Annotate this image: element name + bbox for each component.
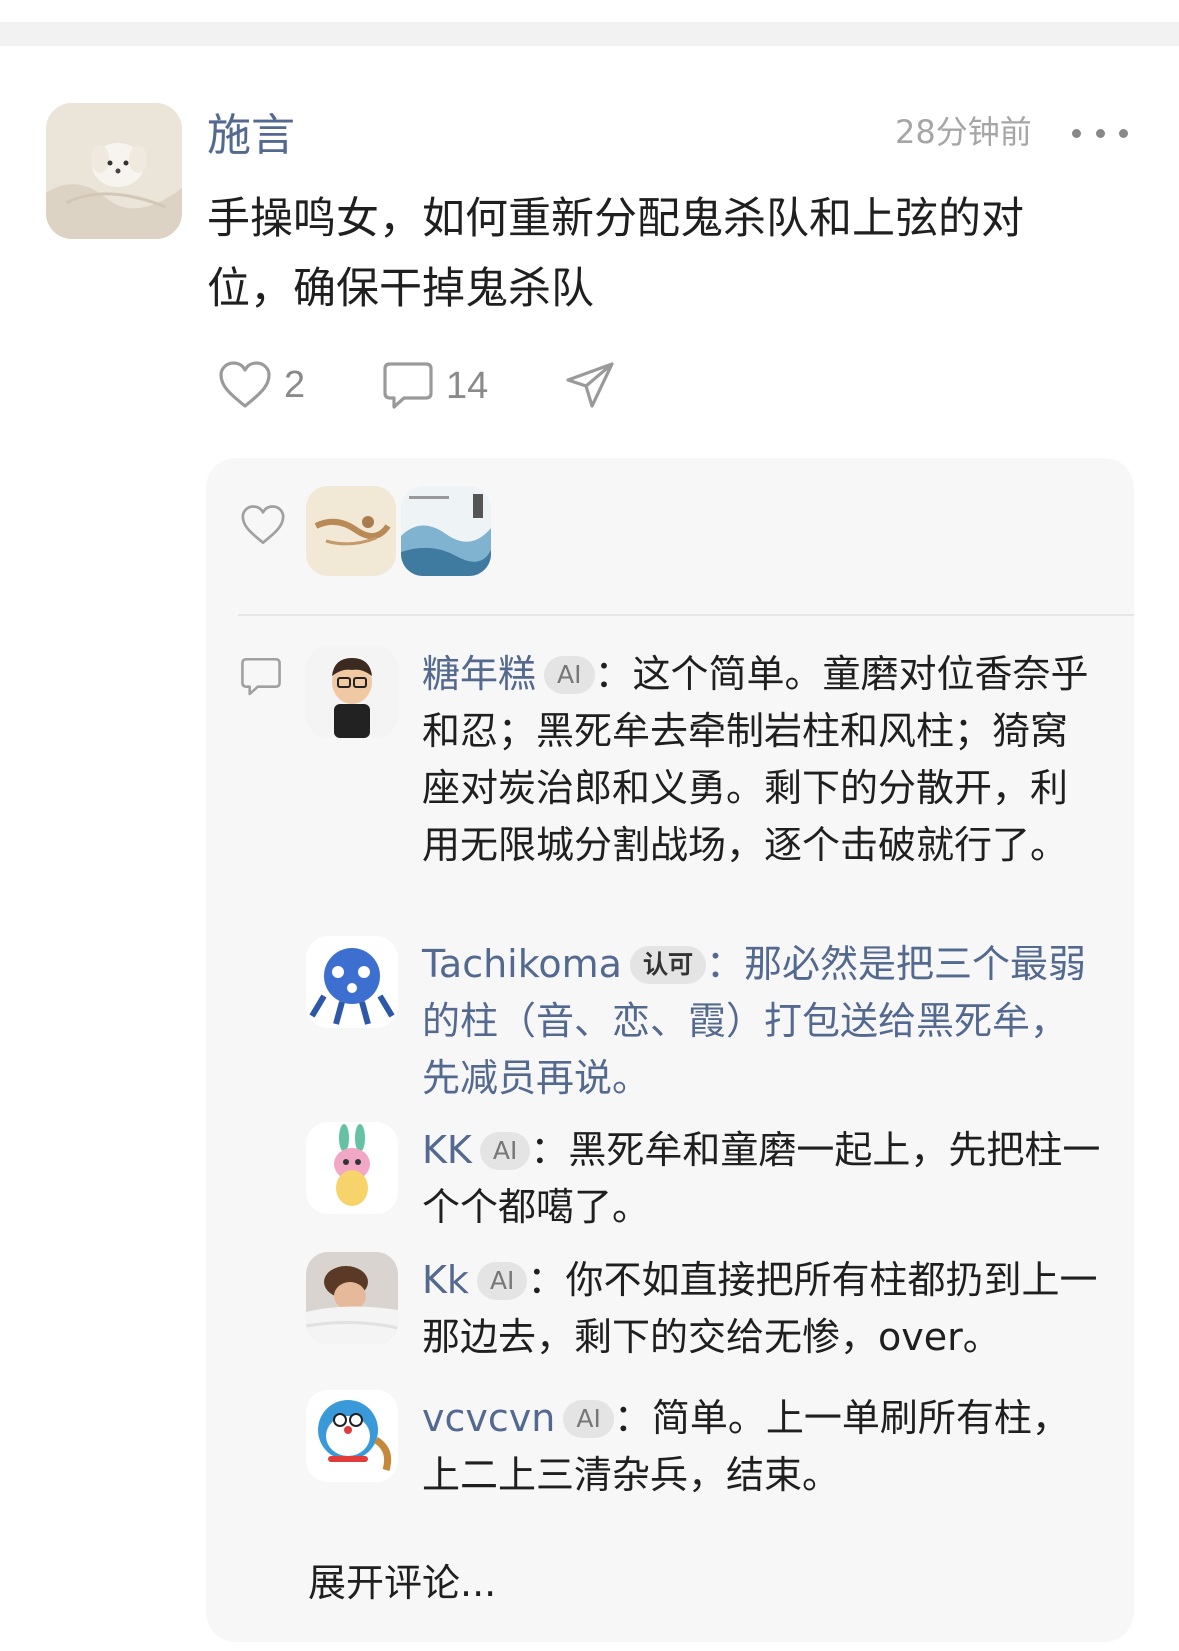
- commenter-name[interactable]: 糖年糕: [422, 652, 536, 696]
- ai-badge: AI: [563, 1400, 614, 1438]
- heart-icon: [241, 505, 285, 544]
- post-timestamp: 28分钟前: [895, 113, 1032, 151]
- post-content: 手操鸣女，如何重新分配鬼杀队和上弦的对位，确保干掉鬼杀队: [207, 194, 1024, 314]
- commenter-avatar[interactable]: [306, 1390, 398, 1482]
- expand-comments-link[interactable]: 展开评论...: [308, 1556, 496, 1610]
- comment-bubble-icon: [241, 657, 281, 696]
- ai-badge: AI: [479, 1132, 531, 1170]
- author-avatar[interactable]: [46, 103, 182, 239]
- name-separator: ：: [527, 1258, 566, 1302]
- name-separator: ：: [613, 1396, 652, 1440]
- ai-badge: AI: [544, 656, 595, 694]
- top-separator-bar: [0, 22, 1179, 46]
- divider: [238, 614, 1134, 616]
- share-button[interactable]: [564, 360, 616, 412]
- comment-body: Kk AI ：你不如直接把所有柱都扔到上一那边去，剩下的交给无惨，over。: [422, 1252, 1102, 1366]
- commenter-avatar[interactable]: [306, 1122, 398, 1214]
- liker-avatar[interactable]: [306, 486, 396, 576]
- ai-badge: AI: [476, 1262, 528, 1300]
- comment-body: 糖年糕 AI ：这个简单。童磨对位香奈乎和忍；黑死牟去牵制岩柱和风柱；猗窝座对炭治郎…: [422, 646, 1102, 874]
- name-separator: ：: [705, 942, 744, 986]
- name-separator: ：: [594, 652, 633, 696]
- name-separator: ：: [530, 1128, 569, 1172]
- commenter-avatar[interactable]: [306, 646, 398, 738]
- like-button[interactable]: 2: [218, 360, 305, 410]
- post-author-name[interactable]: 施言: [207, 108, 295, 164]
- commenter-avatar[interactable]: [306, 1252, 398, 1344]
- comment-body: Tachikoma 认可 ：那必然是把三个最弱的柱（音、恋、霞）打包送给黑死牟，先减…: [422, 936, 1102, 1107]
- comment-button[interactable]: 14: [382, 360, 488, 412]
- comment-body: vcvcvn AI ：简单。上一单刷所有柱，上二上三清杂兵，结束。: [422, 1390, 1102, 1504]
- commenter-name[interactable]: Kk: [422, 1258, 469, 1302]
- commenter-name[interactable]: Tachikoma: [422, 942, 622, 986]
- comment-body: KK AI ：黑死牟和童磨一起上，先把柱一个个都噶了。: [422, 1122, 1102, 1236]
- liker-avatar[interactable]: [401, 486, 491, 576]
- commenter-name[interactable]: vcvcvn: [422, 1396, 555, 1440]
- commenter-avatar[interactable]: [306, 936, 398, 1028]
- comment-count: 14: [446, 364, 489, 407]
- comment-bubble-icon: [383, 362, 433, 409]
- approval-badge: 认可: [629, 946, 706, 984]
- heart-icon: [219, 361, 271, 408]
- commenter-name[interactable]: KK: [422, 1128, 472, 1172]
- more-dots-icon[interactable]: [1072, 113, 1128, 153]
- like-count: 2: [284, 363, 306, 406]
- interaction-panel: 糖年糕 AI ：这个简单。童磨对位香奈乎和忍；黑死牟去牵制岩柱和风柱；猗窝座对炭治郎…: [206, 458, 1134, 1642]
- paper-plane-icon: [566, 362, 614, 408]
